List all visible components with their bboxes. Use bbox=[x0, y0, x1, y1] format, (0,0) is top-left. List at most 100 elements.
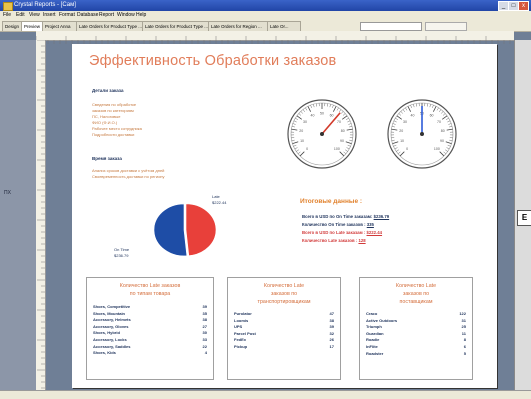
row-label: Craco bbox=[366, 311, 377, 316]
row-value: 39 bbox=[203, 304, 207, 309]
tab-report-3[interactable]: Late Orders for Region ... bbox=[208, 21, 269, 31]
table-row[interactable]: FedEx26 bbox=[234, 337, 334, 343]
table-row[interactable]: Craco 122 bbox=[366, 311, 466, 317]
gauge-tick-label: 20 bbox=[399, 129, 403, 133]
gauge-tick-label: 30 bbox=[303, 120, 307, 124]
table-row[interactable]: Shoes, Competitive39 bbox=[93, 304, 207, 310]
group-tree-label: ПХ bbox=[4, 190, 11, 196]
row-value: 4 bbox=[205, 350, 207, 355]
table-row[interactable]: Pickup17 bbox=[234, 344, 334, 350]
vruler-ticks bbox=[36, 40, 45, 390]
table-row[interactable]: Shoes, Kids4 bbox=[93, 350, 207, 356]
gauge-tick-label: 70 bbox=[337, 120, 341, 124]
menu-insert[interactable]: Insert bbox=[43, 11, 56, 20]
row-label: Accessory, Gloves bbox=[93, 324, 129, 329]
section1-line[interactable]: ПС, Налоговые bbox=[92, 114, 121, 119]
tab-report-2[interactable]: Late Orders for Product Type ... bbox=[142, 21, 210, 31]
row-value: 32 bbox=[330, 331, 334, 336]
section1-line[interactable]: Рабочее место сотрудника bbox=[92, 126, 142, 131]
row-value: 5 bbox=[464, 351, 466, 356]
menu-file[interactable]: File bbox=[3, 11, 11, 20]
table-row[interactable]: Accessory, Saddles22 bbox=[93, 344, 207, 350]
gauge-tick-label: 100 bbox=[434, 147, 440, 151]
section2-line[interactable]: Своевременность доставки по региону bbox=[92, 174, 165, 179]
tab-design[interactable]: Design bbox=[2, 21, 23, 31]
gauge-right: 0102030405060708090100 bbox=[382, 94, 462, 174]
section1-line[interactable]: ФИО (Ф.И.О.) bbox=[92, 120, 117, 125]
table-row[interactable]: Accessory, Gloves27 bbox=[93, 324, 207, 330]
tab-report-1[interactable]: Late Orders for Product Type ... bbox=[76, 21, 144, 31]
table-row[interactable]: Active Outdoors31 bbox=[366, 318, 466, 324]
row-label: UPS bbox=[234, 324, 242, 329]
menu-report[interactable]: Report bbox=[99, 11, 114, 20]
gauge-tick-label: 10 bbox=[300, 139, 304, 143]
tab-project[interactable]: Project Anna bbox=[42, 21, 78, 31]
table-row[interactable]: Roadie 8 bbox=[366, 337, 466, 343]
table-row[interactable]: Accessory, Locks33 bbox=[93, 337, 207, 343]
table-row[interactable]: Shoes, Hybrid30 bbox=[93, 330, 207, 336]
gauge-tick-label: 90 bbox=[340, 139, 344, 143]
page-nav-field[interactable] bbox=[360, 22, 422, 31]
gauge-tick-label: 40 bbox=[311, 114, 315, 118]
late-by-shipper-box: Количество Lateзаказов потранспортировщи… bbox=[227, 277, 341, 380]
menu-format[interactable]: Format bbox=[59, 11, 75, 20]
report-title: Эффективность Обработки заказов bbox=[89, 53, 336, 69]
row-value: 11 bbox=[462, 331, 466, 336]
pie-late-value: $222.44 bbox=[212, 200, 226, 205]
totals-row: Количество On Time заказов : 335 bbox=[302, 222, 374, 227]
menu-database[interactable]: Database bbox=[77, 11, 98, 20]
table-row[interactable]: Parcel Post32 bbox=[234, 331, 334, 337]
close-button[interactable]: x bbox=[518, 1, 529, 11]
gauge-hub bbox=[320, 132, 324, 136]
table-row[interactable]: Loomis38 bbox=[234, 318, 334, 324]
table-row[interactable]: InFlite6 bbox=[366, 344, 466, 350]
table-row[interactable]: Roadster 5 bbox=[366, 351, 466, 357]
box-heading: Количество Lateзаказов потранспортировщи… bbox=[228, 282, 340, 306]
section1-line[interactable]: заказов по категориям bbox=[92, 108, 134, 113]
row-label: Roadster bbox=[366, 351, 383, 356]
pie-ontime-value: $236.79 bbox=[114, 253, 128, 258]
row-label: Accessory, Saddles bbox=[93, 344, 131, 349]
row-label: Loomis bbox=[234, 318, 248, 323]
row-label: FedEx bbox=[234, 337, 246, 342]
totals-row: Всего в USD по Late заказам : $222.44 bbox=[302, 230, 382, 235]
table-row[interactable]: Shoes, Mountain35 bbox=[93, 311, 207, 317]
section2-line[interactable]: Анализ сроков доставки с учётом дней bbox=[92, 168, 164, 173]
row-value: 35 bbox=[203, 311, 207, 316]
table-row[interactable]: UPS39 bbox=[234, 324, 334, 330]
menu-edit[interactable]: Edit bbox=[16, 11, 25, 20]
row-value: 30 bbox=[203, 330, 207, 335]
box-heading: Количество Late заказовпо типам товара bbox=[87, 282, 213, 298]
section1-line[interactable]: Подробности доставки bbox=[92, 132, 134, 137]
row-value: 122 bbox=[459, 311, 466, 316]
table-row[interactable]: Purolator47 bbox=[234, 311, 334, 317]
menu-window[interactable]: Window bbox=[117, 11, 135, 20]
window-title: Crystal Reports - [Сам] bbox=[14, 0, 76, 11]
gauge-hub bbox=[420, 132, 424, 136]
report-page: Эффективность Обработки заказов Детали з… bbox=[72, 44, 497, 388]
row-value: 25 bbox=[462, 324, 466, 329]
row-label: Roadie bbox=[366, 337, 379, 342]
table-row[interactable]: Guardian 11 bbox=[366, 331, 466, 337]
gauge-tick-label: 0 bbox=[306, 147, 308, 151]
tab-report-4[interactable]: Late Or... bbox=[267, 21, 301, 31]
menu-help[interactable]: Help bbox=[136, 11, 146, 20]
table-row[interactable]: Accessory, Helmets38 bbox=[93, 317, 207, 323]
gauge-tick-label: 100 bbox=[334, 147, 340, 151]
row-label: Guardian bbox=[366, 331, 384, 336]
section1-line[interactable]: Сведения по обработке bbox=[92, 102, 136, 107]
pie-ontime-label: On Time bbox=[114, 247, 129, 252]
row-label: Active Outdoors bbox=[366, 318, 397, 323]
ruler-ticks bbox=[36, 35, 514, 44]
row-value: 8 bbox=[464, 337, 466, 342]
nav-buttons[interactable] bbox=[425, 22, 467, 31]
group-tree-panel[interactable]: ПХ bbox=[0, 40, 37, 390]
gauge-tick-label: 30 bbox=[403, 120, 407, 124]
box-heading: Количество Lateзаказов попоставщикам bbox=[360, 282, 472, 306]
late-by-product-box: Количество Late заказовпо типам товара S… bbox=[86, 277, 214, 380]
totals-row: Количество Late заказов : 128 bbox=[302, 238, 366, 243]
table-row[interactable]: Triumph25 bbox=[366, 324, 466, 330]
tab-preview[interactable]: Preview bbox=[21, 21, 44, 31]
row-value: 47 bbox=[330, 311, 334, 316]
menu-view[interactable]: View bbox=[29, 11, 40, 20]
